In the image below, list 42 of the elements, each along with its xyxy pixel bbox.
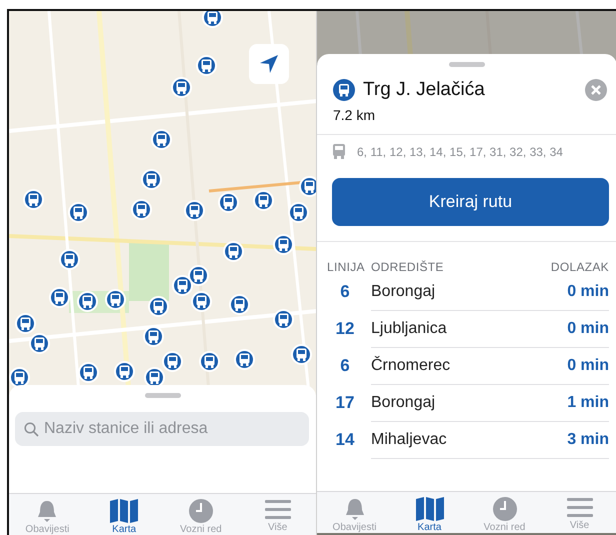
- tab[interactable]: Karta: [394, 497, 464, 533]
- clock-icon: [188, 499, 213, 523]
- clock-icon: [492, 497, 516, 521]
- column-header: DOLAZAK: [550, 260, 609, 274]
- tab[interactable]: Obavijesti: [12, 499, 82, 535]
- tab[interactable]: Vozni red: [166, 499, 236, 535]
- search-field[interactable]: Naziv stanice ili adresa: [15, 412, 309, 446]
- arrival-time: 0 min: [567, 357, 609, 375]
- line-number: 6: [339, 282, 351, 302]
- line-numbers: 6, 11, 12, 13, 14, 15, 17, 31, 32, 33, 34: [357, 144, 563, 158]
- line-number: 6: [339, 356, 351, 376]
- line-number: 12: [334, 319, 356, 339]
- drag-handle[interactable]: [449, 62, 485, 67]
- tab[interactable]: Vozni red: [470, 497, 540, 533]
- destination: Črnomerec: [371, 357, 452, 375]
- menu-icon: [566, 497, 592, 519]
- arrival-time: 1 min: [567, 394, 609, 412]
- destination: Ljubljanica: [371, 320, 448, 338]
- bell-icon: [344, 497, 366, 521]
- menu-icon: [264, 499, 291, 521]
- bus-stop-icon: [333, 79, 355, 101]
- map-icon: [109, 499, 140, 523]
- tram-icon: [333, 144, 345, 159]
- line-number: 14: [334, 430, 356, 450]
- tab[interactable]: Više: [242, 499, 313, 533]
- destination: Mihaljevac: [371, 431, 448, 449]
- tab[interactable]: Karta: [89, 499, 160, 535]
- destination: Borongaj: [371, 394, 436, 412]
- map-icon: [414, 497, 444, 521]
- column-header: ODREDIŠTE: [371, 260, 445, 274]
- column-header: LINIJA: [327, 260, 366, 274]
- arrival-time: 0 min: [567, 283, 609, 301]
- arrival-time: 3 min: [567, 431, 609, 449]
- station-name: Trg J. Jelačića: [363, 79, 486, 101]
- create-route-button[interactable]: Kreiraj rutu: [332, 178, 609, 226]
- tab[interactable]: Više: [544, 497, 614, 531]
- destination: Borongaj: [371, 283, 436, 301]
- arrival-time: 0 min: [567, 320, 609, 338]
- line-number: 17: [334, 393, 356, 413]
- bell-icon: [36, 499, 58, 523]
- tab[interactable]: Obavijesti: [320, 497, 390, 533]
- station-distance: 7.2 km: [332, 106, 376, 123]
